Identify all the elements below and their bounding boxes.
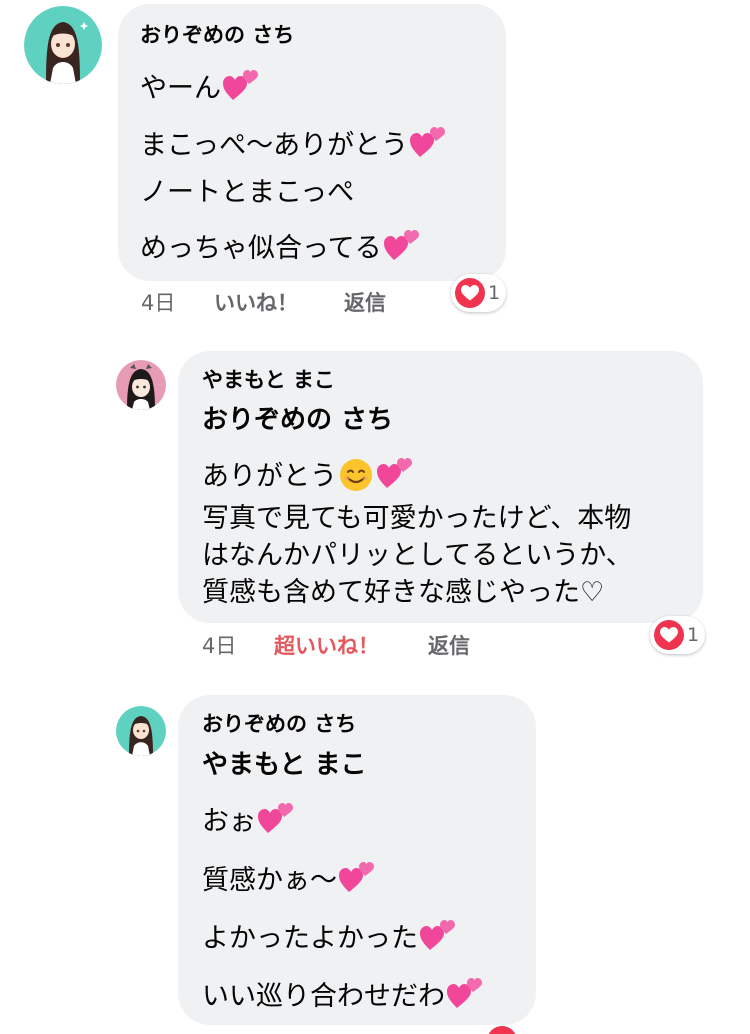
reaction-count: 1	[687, 624, 700, 646]
avatar[interactable]	[24, 6, 102, 84]
two-hearts-icon	[377, 458, 412, 488]
comment-text-line: よかったよかった	[202, 920, 456, 956]
comment-timestamp: 4日	[202, 634, 237, 658]
reply-button[interactable]: 返信	[428, 633, 470, 659]
comment-text-line: まこっぺ〜ありがとう	[140, 127, 446, 163]
like-button[interactable]: いいね！	[214, 290, 298, 316]
love-reaction-icon	[455, 278, 485, 308]
comment-text-line: 質感かぁ〜	[202, 862, 375, 898]
comment-text-line: やーん	[140, 70, 259, 106]
avatar[interactable]	[116, 706, 166, 756]
reaction-count: 1	[488, 282, 501, 304]
two-hearts-icon	[223, 70, 258, 100]
mention-tag[interactable]: おりぞめの さち	[202, 404, 393, 436]
reaction-badge[interactable]: 1	[451, 274, 507, 312]
love-reaction-icon	[654, 620, 684, 650]
comment-text-line: 写真で見ても可愛かったけど、本物	[202, 503, 632, 534]
love-reaction-button[interactable]: 超いいね！	[274, 633, 379, 659]
mention-tag[interactable]: やまもと まこ	[202, 749, 367, 781]
comment-text-line: ありがとう	[202, 458, 413, 494]
comment-author[interactable]: おりぞめの さち	[140, 22, 294, 48]
comment-text-line: ノートとまこっぺ	[140, 177, 355, 208]
comment-timestamp: 4日	[141, 291, 176, 315]
comment-bubble	[178, 695, 536, 1025]
reaction-badge[interactable]: 1	[650, 616, 706, 654]
smiling-face-icon	[340, 459, 372, 491]
love-reaction-icon	[487, 1026, 517, 1034]
reply-button[interactable]: 返信	[344, 290, 386, 316]
comment-text-line: いい巡り合わせだわ	[202, 978, 483, 1014]
comment-text-line: 質感も含めて好きな感じやった♡	[202, 577, 605, 608]
two-hearts-icon	[258, 803, 293, 833]
comment-text-line: めっちゃ似合ってる	[140, 230, 420, 266]
two-hearts-icon	[383, 230, 419, 260]
comment-author[interactable]: やまもと まこ	[202, 367, 335, 393]
comment-thread: おりぞめの さち やーん まこっぺ〜ありがとう ノートとまこっぺ めっちゃ似合っ…	[0, 0, 750, 1034]
reaction-badge[interactable]	[485, 1024, 519, 1034]
comment-text-line: おぉ	[202, 803, 294, 839]
comment-author[interactable]: おりぞめの さち	[202, 711, 356, 737]
two-hearts-icon	[447, 978, 482, 1008]
two-hearts-icon	[420, 920, 455, 950]
two-hearts-icon	[410, 127, 446, 157]
comment-text-line: はなんかパリッとしてるというか、	[202, 540, 633, 571]
avatar[interactable]	[116, 360, 166, 410]
two-hearts-icon	[339, 862, 374, 892]
